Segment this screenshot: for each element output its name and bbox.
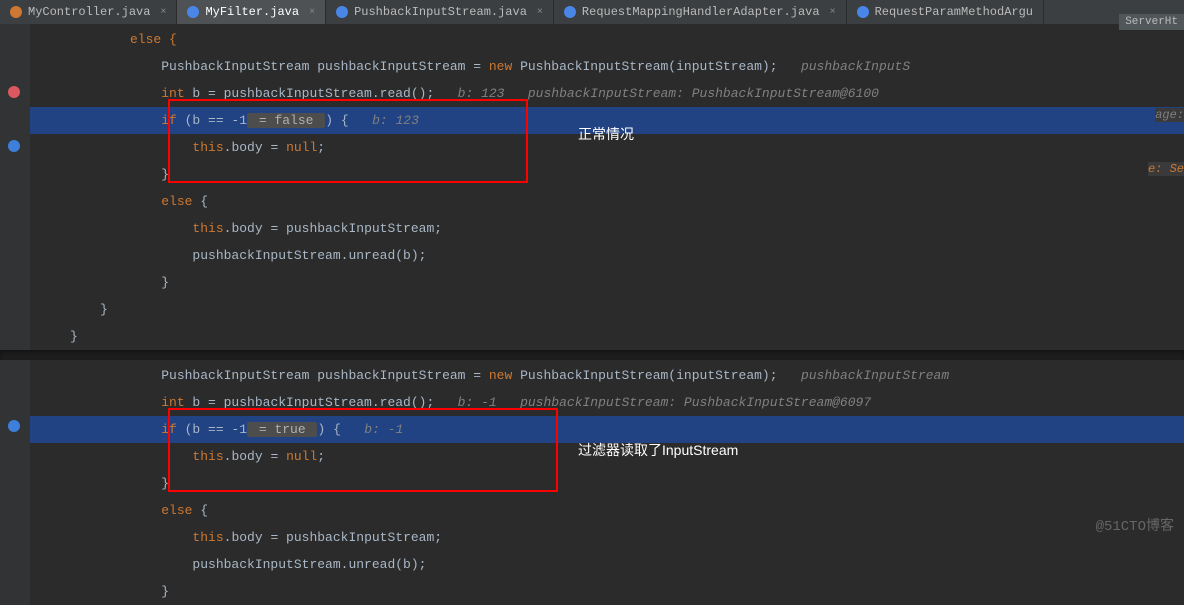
code-line: }: [30, 323, 1184, 350]
code-line: pushbackInputStream.unread(b);: [30, 551, 1184, 578]
code-line: PushbackInputStream pushbackInputStream …: [30, 362, 1184, 389]
inline-hint: e: Se: [1148, 162, 1184, 176]
code-line: int b = pushbackInputStream.read(); b: 1…: [30, 80, 1184, 107]
watermark: @51CTO博客: [1096, 515, 1174, 535]
code-line: }: [30, 269, 1184, 296]
close-icon[interactable]: ×: [830, 7, 836, 18]
breakpoint-icon[interactable]: [8, 86, 20, 98]
java-icon: [336, 6, 348, 18]
code-line: else {: [30, 497, 1184, 524]
close-icon[interactable]: ×: [160, 7, 166, 18]
java-icon: [564, 6, 576, 18]
java-icon: [187, 6, 199, 18]
tab-mycontroller[interactable]: MyController.java ×: [0, 0, 177, 24]
breakpoint-active-icon[interactable]: [8, 420, 20, 432]
code-line: this.body = pushbackInputStream;: [30, 524, 1184, 551]
gutter: [0, 24, 30, 350]
close-icon[interactable]: ×: [309, 7, 315, 18]
code-editor-block1[interactable]: else { PushbackInputStream pushbackInput…: [0, 24, 1184, 350]
tab-label: RequestMappingHandlerAdapter.java: [582, 5, 820, 19]
close-icon[interactable]: ×: [537, 7, 543, 18]
pane-divider[interactable]: [0, 350, 1184, 360]
code-line: }: [30, 161, 1184, 188]
breakpoint-active-icon[interactable]: [8, 140, 20, 152]
code-line: }: [30, 578, 1184, 605]
code-line: else {: [30, 188, 1184, 215]
java-icon: [857, 6, 869, 18]
java-icon: [10, 6, 22, 18]
code-editor-block2[interactable]: PushbackInputStream pushbackInputStream …: [0, 360, 1184, 605]
tab-label: MyFilter.java: [205, 5, 299, 19]
code-line: }: [30, 296, 1184, 323]
code-line: PushbackInputStream pushbackInputStream …: [30, 53, 1184, 80]
code-area[interactable]: PushbackInputStream pushbackInputStream …: [30, 360, 1184, 605]
code-line: int b = pushbackInputStream.read(); b: -…: [30, 389, 1184, 416]
code-line: this.body = pushbackInputStream;: [30, 215, 1184, 242]
gutter: [0, 360, 30, 605]
tab-label: PushbackInputStream.java: [354, 5, 527, 19]
code-area[interactable]: else { PushbackInputStream pushbackInput…: [30, 24, 1184, 350]
annotation-text: 过滤器读取了InputStream: [578, 440, 738, 460]
code-line: else {: [30, 26, 1184, 53]
editor-tabs: MyController.java × MyFilter.java × Push…: [0, 0, 1184, 24]
tab-pushback[interactable]: PushbackInputStream.java ×: [326, 0, 554, 24]
tab-label: MyController.java: [28, 5, 150, 19]
annotation-text: 正常情况: [578, 124, 634, 144]
tab-requestmapping[interactable]: RequestMappingHandlerAdapter.java ×: [554, 0, 847, 24]
tab-label: RequestParamMethodArgu: [875, 5, 1033, 19]
tab-myfilter[interactable]: MyFilter.java ×: [177, 0, 326, 24]
code-line-highlighted: if (b == -1 = true ) { b: -1: [30, 416, 1184, 443]
tab-requestparam[interactable]: RequestParamMethodArgu: [847, 0, 1044, 24]
inline-hint: age:: [1155, 108, 1184, 122]
code-line: pushbackInputStream.unread(b);: [30, 242, 1184, 269]
code-line: }: [30, 470, 1184, 497]
